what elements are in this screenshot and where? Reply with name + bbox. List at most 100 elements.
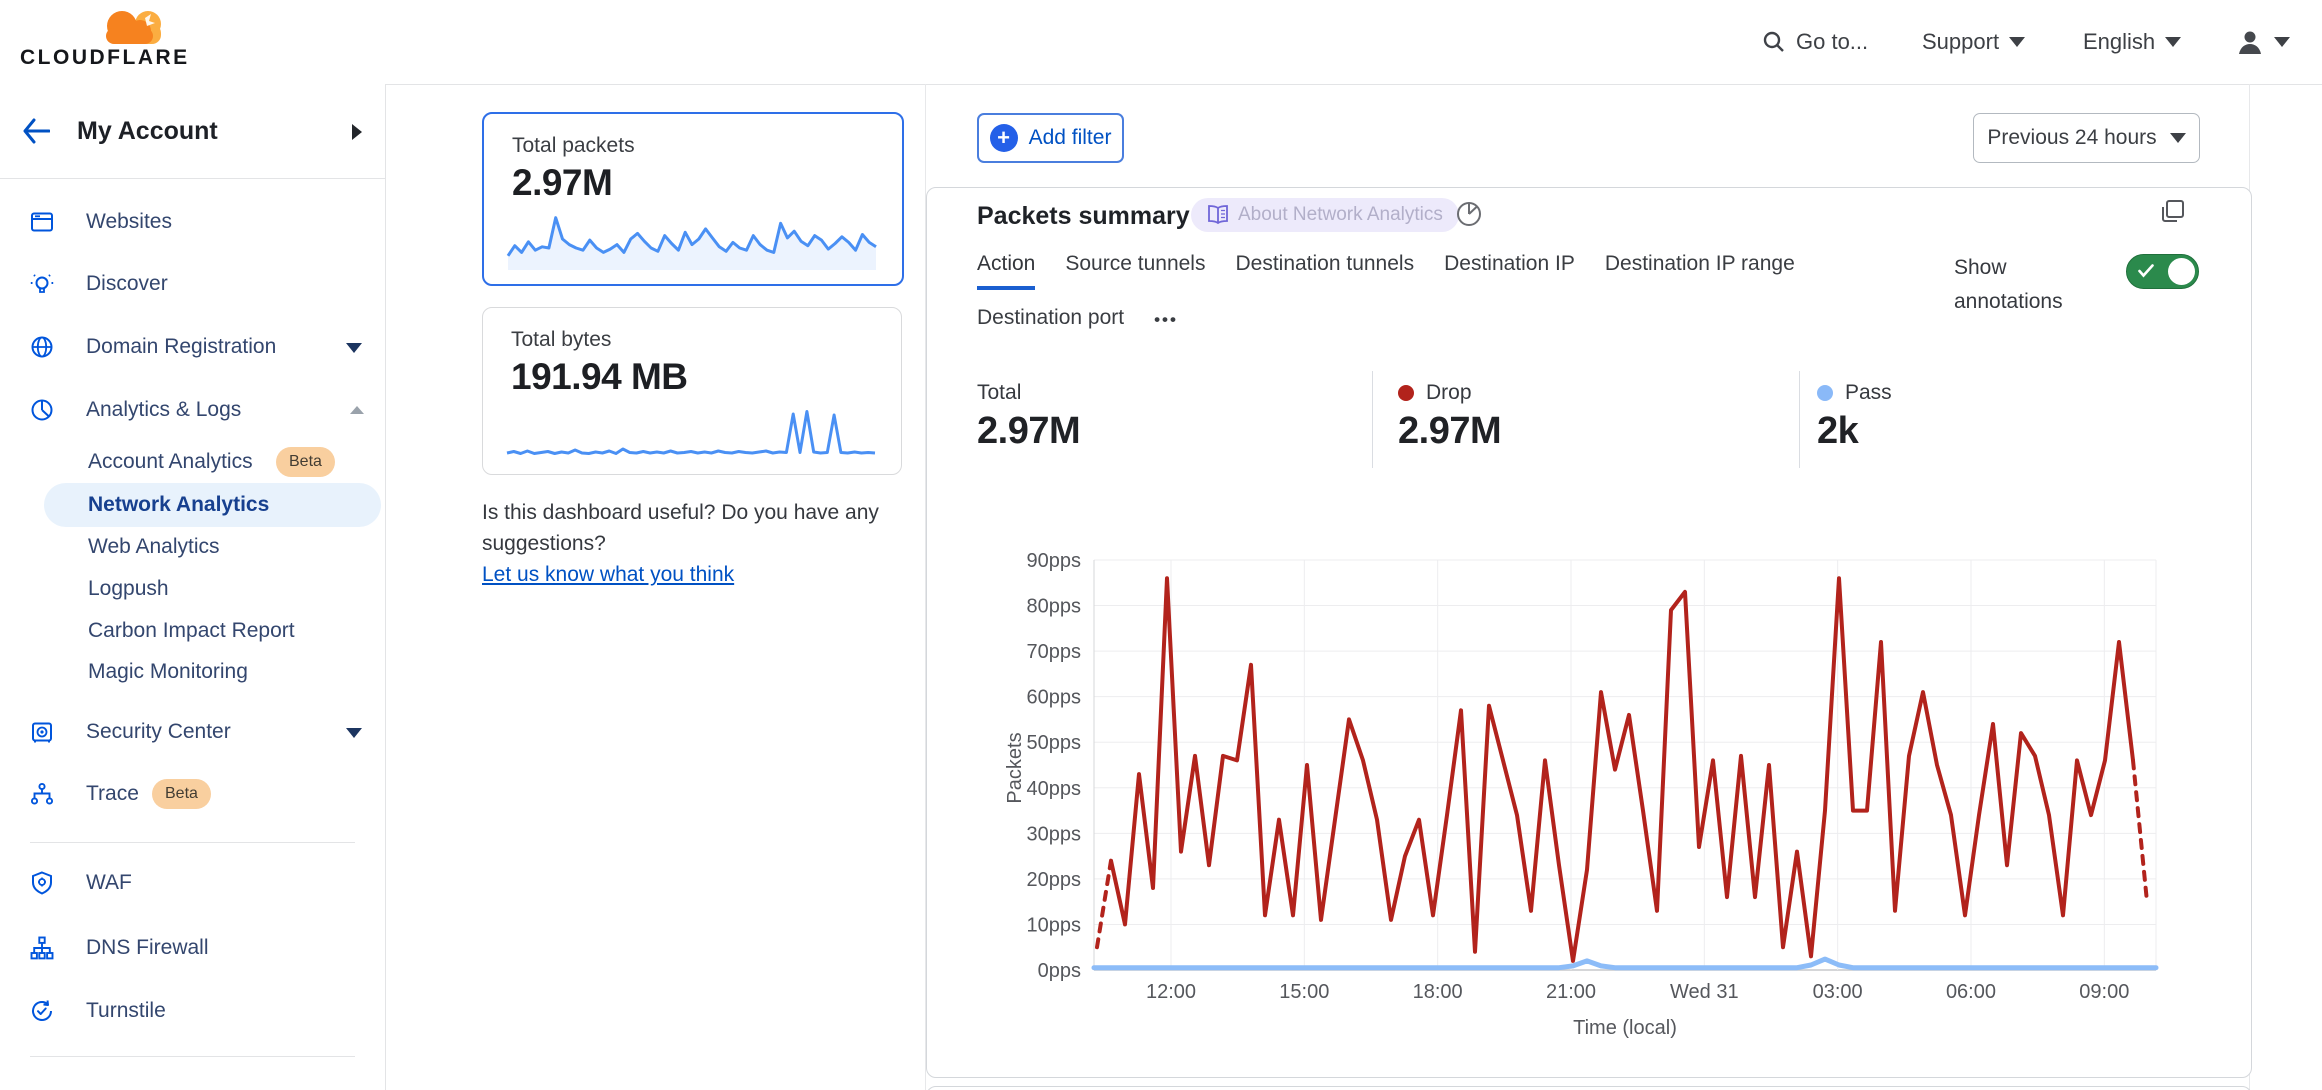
svg-text:21:00: 21:00: [1546, 981, 1596, 1003]
shield-gear-icon: [30, 871, 54, 895]
stat-total-value: 2.97M: [977, 410, 1080, 453]
chevron-up-icon: [350, 406, 364, 414]
svg-text:12:00: 12:00: [1146, 981, 1196, 1003]
stat-divider: [1799, 371, 1800, 468]
total-packets-card[interactable]: Total packets 2.97M: [482, 112, 904, 286]
cloudflare-dashboard: CLOUDFLARE Go to... Support English: [0, 0, 2322, 1090]
stat-total-label: Total: [977, 381, 1021, 405]
chevron-down-icon: [346, 343, 362, 353]
card-title: Total bytes: [511, 328, 611, 352]
sidebar-item-logpush[interactable]: Logpush: [0, 567, 385, 611]
expand-panel-icon[interactable]: [2159, 198, 2187, 226]
sidebar-item-dns-firewall[interactable]: DNS Firewall: [0, 922, 385, 974]
chevron-down-icon: [2009, 37, 2025, 47]
tab-destination-ip[interactable]: Destination IP: [1444, 252, 1575, 290]
globe-icon: [30, 335, 54, 359]
svg-text:03:00: 03:00: [1813, 981, 1863, 1003]
language-label: English: [2083, 29, 2155, 55]
svg-text:20pps: 20pps: [1027, 869, 1082, 891]
sidebar-item-security-center[interactable]: Security Center: [0, 706, 385, 758]
svg-text:Wed 31: Wed 31: [1670, 981, 1739, 1003]
tab-source-tunnels[interactable]: Source tunnels: [1065, 252, 1205, 290]
svg-text:80pps: 80pps: [1027, 596, 1082, 618]
pie-chart-icon: [30, 398, 54, 422]
svg-text:Packets: Packets: [1004, 732, 1026, 803]
sidebar-item-analytics-logs[interactable]: Analytics & Logs: [0, 384, 385, 436]
tab-destination-tunnels[interactable]: Destination tunnels: [1235, 252, 1414, 290]
beta-badge: Beta: [152, 779, 211, 809]
feedback-text: Is this dashboard useful? Do you have an…: [482, 497, 918, 528]
sidebar-item-carbon-impact-report[interactable]: Carbon Impact Report: [0, 609, 385, 653]
safe-icon: [30, 720, 54, 744]
search-icon: [1762, 30, 1786, 54]
svg-text:0pps: 0pps: [1038, 960, 1081, 982]
language-menu[interactable]: English: [2083, 0, 2181, 84]
pie-chart-small-icon[interactable]: [1455, 200, 1483, 228]
show-annotations-toggle[interactable]: [2126, 254, 2199, 289]
chevron-right-icon[interactable]: [352, 124, 362, 140]
top-bar: CLOUDFLARE Go to... Support English: [0, 0, 2322, 85]
sidebar-item-waf[interactable]: WAF: [0, 857, 385, 909]
back-arrow-icon[interactable]: [22, 118, 50, 144]
time-range-dropdown[interactable]: Previous 24 hours: [1973, 113, 2200, 163]
svg-text:06:00: 06:00: [1946, 981, 1996, 1003]
packets-summary-panel: Packets summary About Network Analytics …: [926, 187, 2252, 1078]
about-network-analytics-badge[interactable]: About Network Analytics: [1191, 198, 1459, 232]
sidebar-item-websites[interactable]: Websites: [0, 196, 385, 248]
tab-destination-ip-range[interactable]: Destination IP range: [1605, 252, 1795, 290]
refresh-check-icon: [30, 999, 54, 1023]
book-icon: [1207, 205, 1229, 225]
stat-drop-label: Drop: [1426, 381, 1472, 405]
support-label: Support: [1922, 29, 1999, 55]
feedback-link[interactable]: Let us know what you think: [482, 563, 734, 586]
svg-text:Time (local): Time (local): [1573, 1017, 1677, 1039]
beta-badge: Beta: [276, 447, 335, 477]
svg-text:40pps: 40pps: [1027, 778, 1082, 800]
tab-destination-port[interactable]: Destination port: [977, 306, 1124, 344]
sidebar-item-domain-registration[interactable]: Domain Registration: [0, 321, 385, 373]
sidebar-item-partial[interactable]: [0, 1072, 385, 1090]
sidebar-item-network-analytics-active[interactable]: Network Analytics: [44, 483, 381, 527]
check-icon: [2138, 264, 2154, 278]
logo-wordmark: CLOUDFLARE: [20, 46, 190, 70]
card-value: 2.97M: [512, 162, 612, 204]
more-tabs-button[interactable]: •••: [1154, 306, 1178, 344]
panel-title: Packets summary: [977, 202, 1190, 231]
svg-text:10pps: 10pps: [1027, 914, 1082, 936]
toggle-knob: [2168, 258, 2195, 285]
chevron-down-icon: [2170, 133, 2186, 143]
tab-action[interactable]: Action: [977, 252, 1035, 290]
next-panel-top: [926, 1086, 2252, 1090]
svg-text:09:00: 09:00: [2079, 981, 2129, 1003]
support-menu[interactable]: Support: [1922, 0, 2025, 84]
dns-tree-icon: [30, 936, 54, 960]
svg-text:18:00: 18:00: [1413, 981, 1463, 1003]
card-value: 191.94 MB: [511, 356, 688, 398]
add-filter-button[interactable]: + Add filter: [977, 113, 1124, 163]
sidebar-item-turnstile[interactable]: Turnstile: [0, 985, 385, 1037]
goto-search[interactable]: Go to...: [1762, 0, 1868, 84]
svg-text:50pps: 50pps: [1027, 732, 1082, 754]
account-name[interactable]: My Account: [77, 117, 218, 146]
cloudflare-logo-icon: [98, 4, 168, 48]
user-menu[interactable]: [2236, 0, 2290, 84]
show-annotations-label: Show annotations: [1954, 251, 2094, 319]
sitemap-icon: [30, 782, 54, 806]
packets-sparkline-chart: [506, 208, 878, 270]
account-header: My Account: [0, 84, 385, 179]
stat-drop-value: 2.97M: [1398, 410, 1501, 453]
chevron-down-icon: [2165, 37, 2181, 47]
sidebar-item-account-analytics[interactable]: Account Analytics Beta: [0, 440, 385, 484]
stat-pass-label: Pass: [1845, 381, 1892, 405]
sidebar-divider: [30, 842, 355, 843]
chevron-down-icon: [346, 728, 362, 738]
sidebar-item-web-analytics[interactable]: Web Analytics: [0, 525, 385, 569]
sidebar-item-discover[interactable]: Discover: [0, 258, 385, 310]
packets-time-series-chart[interactable]: 0pps10pps20pps30pps40pps50pps60pps70pps8…: [1001, 546, 2241, 1056]
total-bytes-card[interactable]: Total bytes 191.94 MB: [482, 307, 902, 475]
card-title: Total packets: [512, 134, 635, 158]
stat-divider: [1372, 371, 1373, 468]
sidebar-item-trace[interactable]: Trace Beta: [0, 768, 385, 820]
feedback-block: Is this dashboard useful? Do you have an…: [482, 497, 918, 590]
sidebar-item-magic-monitoring[interactable]: Magic Monitoring: [0, 650, 385, 694]
